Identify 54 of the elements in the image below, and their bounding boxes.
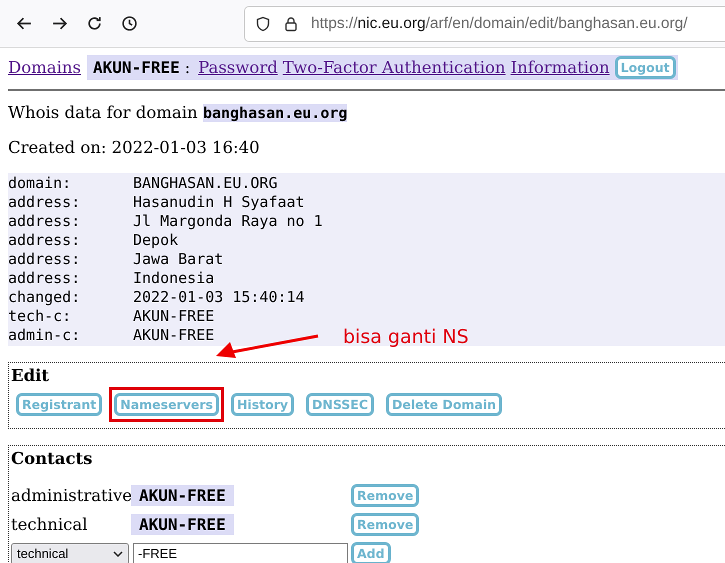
nav-link[interactable]: Information (510, 58, 610, 76)
whois-value: Jl Margonda Raya no 1 (133, 212, 323, 231)
separator: : (184, 58, 190, 76)
handle-input[interactable]: -FREE (133, 542, 348, 563)
section-title: Contacts (11, 448, 94, 470)
lock-icon (283, 16, 299, 32)
section-title: Edit (11, 365, 50, 387)
whois-key: address: (8, 250, 133, 269)
whois-value: AKUN-FREE (133, 326, 214, 345)
domain-name: banghasan.eu.org (202, 104, 348, 122)
reload-icon[interactable] (86, 15, 103, 32)
whois-value: 2022-01-03 15:40:14 (133, 288, 305, 307)
logout-button[interactable]: Logout (614, 56, 676, 78)
whois-key: changed: (8, 288, 133, 307)
nav-link[interactable]: Domains (8, 58, 82, 76)
annotation-text: bisa ganti NS (343, 326, 469, 348)
whois-value: AKUN-FREE (133, 307, 214, 326)
edit-button[interactable]: Registrant (16, 393, 102, 416)
edit-button[interactable]: DNSSEC (306, 393, 374, 416)
whois-key: address: (8, 231, 133, 250)
whois-heading: Whois data for domain (8, 103, 198, 122)
contact-role: administrative (11, 486, 131, 505)
whois-key: domain: (8, 174, 133, 193)
created-date: Created on: 2022-01-03 16:40 (8, 137, 261, 159)
history-icon[interactable] (121, 15, 138, 32)
remove-button[interactable]: Remove (351, 513, 420, 536)
account-handle: AKUN-FREE (93, 58, 180, 76)
edit-button[interactable]: History (230, 393, 294, 416)
whois-value: Hasanudin H Syafaat (133, 193, 305, 212)
whois-key: tech-c: (8, 307, 133, 326)
shield-icon[interactable] (255, 16, 271, 32)
whois-value: Indonesia (133, 269, 214, 288)
whois-value: BANGHASAN.EU.ORG (133, 174, 278, 193)
address-bar[interactable]: https://nic.eu.org/arf/en/domain/edit/banghasan.eu.org/ (244, 6, 725, 42)
whois-value: Depok (133, 231, 178, 250)
nav-link[interactable]: Password (198, 58, 278, 76)
nav-link[interactable]: Two-Factor Authentication (282, 58, 506, 76)
contact-handle: AKUN-FREE (131, 485, 234, 506)
whois-key: address: (8, 212, 133, 231)
edit-button[interactable]: Delete Domain (386, 393, 502, 416)
remove-button[interactable]: Remove (351, 484, 420, 507)
role-select[interactable]: technical (11, 542, 129, 563)
url-text: https://nic.eu.org/arf/en/domain/edit/banghasan.eu.org/ (311, 14, 688, 32)
whois-key: address: (8, 193, 133, 212)
forward-icon[interactable] (51, 15, 68, 32)
contact-handle: AKUN-FREE (131, 514, 234, 535)
back-icon[interactable] (16, 15, 33, 32)
whois-key: address: (8, 269, 133, 288)
edit-button[interactable]: Nameservers (114, 393, 219, 416)
whois-key: admin-c: (8, 326, 133, 345)
contact-role: technical (11, 515, 89, 534)
whois-value: Jawa Barat (133, 250, 224, 269)
chevron-down-icon (113, 550, 123, 556)
add-button[interactable]: Add (351, 542, 391, 563)
